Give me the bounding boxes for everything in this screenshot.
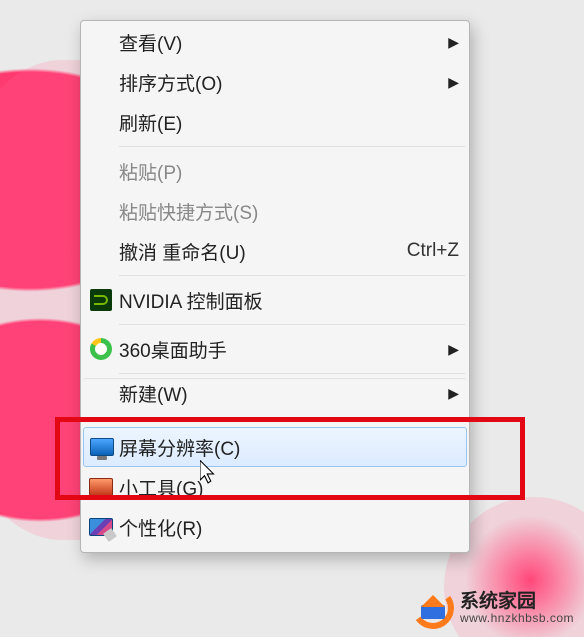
menu-label: 粘贴(P) <box>119 158 459 185</box>
chevron-right-icon: ▶ <box>448 74 459 91</box>
menu-item-refresh[interactable]: 刷新(E) <box>83 102 467 142</box>
menu-label: 360桌面助手 <box>119 336 448 363</box>
menu-label: 小工具(G) <box>119 474 459 501</box>
menu-separator <box>119 324 465 325</box>
chevron-right-icon: ▶ <box>448 385 459 402</box>
menu-item-new[interactable]: 新建(W) ▶ <box>83 378 467 407</box>
menu-item-personalize[interactable]: 个性化(R) <box>83 507 467 547</box>
nvidia-icon <box>89 288 113 312</box>
menu-label: 屏幕分辨率(C) <box>119 434 459 461</box>
menu-label: 排序方式(O) <box>119 69 448 96</box>
menu-item-360[interactable]: 360桌面助手 ▶ <box>83 329 467 369</box>
menu-shortcut: Ctrl+Z <box>407 240 459 262</box>
house-shield-icon <box>412 587 454 629</box>
logo-title: 系统家园 <box>460 592 574 612</box>
menu-label: 粘贴快捷方式(S) <box>119 198 459 225</box>
chevron-right-icon: ▶ <box>448 341 459 358</box>
menu-item-gadgets[interactable]: 小工具(G) <box>83 467 467 507</box>
menu-item-paste: 粘贴(P) <box>83 151 467 191</box>
menu-separator <box>119 146 465 147</box>
menu-label: 刷新(E) <box>119 109 459 136</box>
monitor-icon <box>90 435 114 459</box>
menu-separator <box>119 275 465 276</box>
360-icon <box>89 337 113 361</box>
menu-item-view[interactable]: 查看(V) ▶ <box>83 22 467 62</box>
personalize-icon <box>89 515 113 539</box>
menu-item-sort[interactable]: 排序方式(O) ▶ <box>83 62 467 102</box>
logo-url: www.hnzkhbsb.com <box>460 612 574 625</box>
menu-item-nvidia[interactable]: NVIDIA 控制面板 <box>83 280 467 320</box>
menu-separator <box>119 373 465 374</box>
menu-item-undo-rename[interactable]: 撤消 重命名(U) Ctrl+Z <box>83 231 467 271</box>
desktop-context-menu: 查看(V) ▶ 排序方式(O) ▶ 刷新(E) 粘贴(P) 粘贴快捷方式(S) … <box>80 20 470 553</box>
menu-label: 新建(W) <box>119 380 448 407</box>
chevron-right-icon: ▶ <box>448 34 459 51</box>
menu-label: 撤消 重命名(U) <box>119 238 395 265</box>
watermark-logo: 系统家园 www.hnzkhbsb.com <box>412 587 574 629</box>
menu-label: 个性化(R) <box>119 514 459 541</box>
menu-label: 查看(V) <box>119 29 448 56</box>
monitor-red-icon <box>89 475 113 499</box>
menu-label: NVIDIA 控制面板 <box>119 287 459 314</box>
menu-item-screen-resolution[interactable]: 屏幕分辨率(C) <box>83 427 467 467</box>
menu-item-paste-shortcut: 粘贴快捷方式(S) <box>83 191 467 231</box>
